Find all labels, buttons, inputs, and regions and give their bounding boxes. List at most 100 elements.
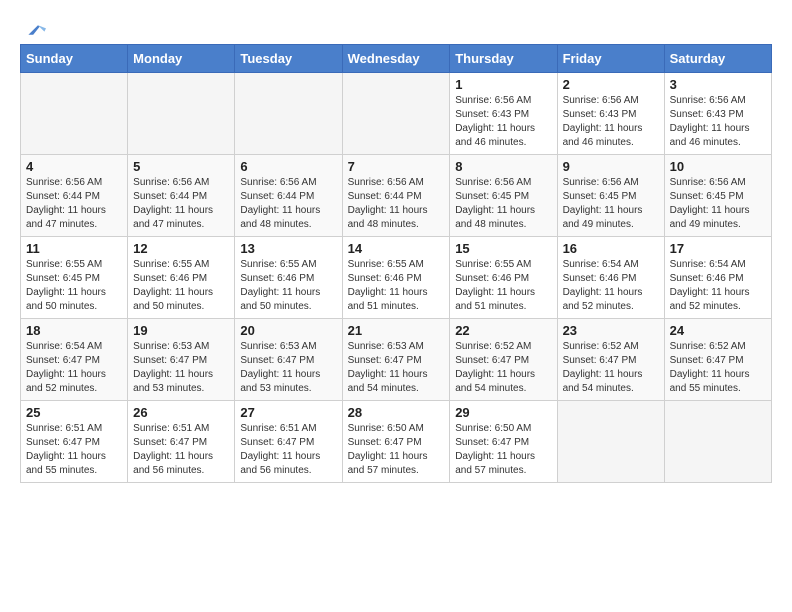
header-row: SundayMondayTuesdayWednesdayThursdayFrid… [21,45,772,73]
day-number: 12 [133,241,229,256]
day-detail: Sunrise: 6:51 AM Sunset: 6:47 PM Dayligh… [26,422,122,478]
calendar-cell: 9 Sunrise: 6:56 AM Sunset: 6:45 PM Daylig… [557,155,664,237]
week-row-3: 11 Sunrise: 6:55 AM Sunset: 6:45 PM Dayli… [21,237,772,319]
day-detail: Sunrise: 6:50 AM Sunset: 6:47 PM Dayligh… [348,422,445,478]
day-detail: Sunrise: 6:52 AM Sunset: 6:47 PM Dayligh… [455,340,551,396]
day-detail: Sunrise: 6:55 AM Sunset: 6:46 PM Dayligh… [455,258,551,314]
calendar-cell: 5 Sunrise: 6:56 AM Sunset: 6:44 PM Daylig… [128,155,235,237]
day-detail: Sunrise: 6:52 AM Sunset: 6:47 PM Dayligh… [670,340,766,396]
day-detail: Sunrise: 6:52 AM Sunset: 6:47 PM Dayligh… [563,340,659,396]
day-number: 15 [455,241,551,256]
calendar-cell: 1Sunrise: 6:56 AM Sunset: 6:43 PM Daylig… [450,73,557,155]
calendar-cell: 25 Sunrise: 6:51 AM Sunset: 6:47 PM Dayli… [21,401,128,483]
calendar-cell: 26Sunrise: 6:51 AM Sunset: 6:47 PM Dayli… [128,401,235,483]
day-number: 9 [563,159,659,174]
calendar-cell: 27 Sunrise: 6:51 AM Sunset: 6:47 PM Dayli… [235,401,342,483]
day-number: 22 [455,323,551,338]
calendar-cell: 14 Sunrise: 6:55 AM Sunset: 6:46 PM Dayli… [342,237,450,319]
week-row-5: 25 Sunrise: 6:51 AM Sunset: 6:47 PM Dayli… [21,401,772,483]
calendar-cell: 12 Sunrise: 6:55 AM Sunset: 6:46 PM Dayli… [128,237,235,319]
day-detail: Sunrise: 6:56 AM Sunset: 6:44 PM Dayligh… [348,176,445,232]
calendar-cell: 16 Sunrise: 6:54 AM Sunset: 6:46 PM Dayli… [557,237,664,319]
day-number: 1 [455,77,551,92]
day-detail: Sunrise: 6:50 AM Sunset: 6:47 PM Dayligh… [455,422,551,478]
calendar-cell: 10 Sunrise: 6:56 AM Sunset: 6:45 PM Dayli… [664,155,771,237]
header-monday: Monday [128,45,235,73]
day-number: 11 [26,241,122,256]
day-number: 7 [348,159,445,174]
calendar-cell [128,73,235,155]
day-number: 23 [563,323,659,338]
calendar-cell: 13 Sunrise: 6:55 AM Sunset: 6:46 PM Dayli… [235,237,342,319]
day-number: 16 [563,241,659,256]
day-detail: Sunrise: 6:54 AM Sunset: 6:46 PM Dayligh… [563,258,659,314]
day-number: 21 [348,323,445,338]
day-number: 5 [133,159,229,174]
day-detail: Sunrise: 6:54 AM Sunset: 6:46 PM Dayligh… [670,258,766,314]
calendar-cell: 29 Sunrise: 6:50 AM Sunset: 6:47 PM Dayli… [450,401,557,483]
day-number: 8 [455,159,551,174]
header-tuesday: Tuesday [235,45,342,73]
logo [20,20,46,34]
day-detail: Sunrise: 6:51 AM Sunset: 6:47 PM Dayligh… [133,422,229,478]
calendar-cell: 8 Sunrise: 6:56 AM Sunset: 6:45 PM Daylig… [450,155,557,237]
calendar-cell [342,73,450,155]
calendar-cell: 18 Sunrise: 6:54 AM Sunset: 6:47 PM Dayli… [21,319,128,401]
day-detail: Sunrise: 6:56 AM Sunset: 6:44 PM Dayligh… [240,176,336,232]
calendar-cell: 22 Sunrise: 6:52 AM Sunset: 6:47 PM Dayli… [450,319,557,401]
header-friday: Friday [557,45,664,73]
day-number: 25 [26,405,122,420]
day-detail: Sunrise: 6:56 AM Sunset: 6:45 PM Dayligh… [563,176,659,232]
day-detail: Sunrise: 6:56 AM Sunset: 6:44 PM Dayligh… [133,176,229,232]
calendar-cell: 6 Sunrise: 6:56 AM Sunset: 6:44 PM Daylig… [235,155,342,237]
week-row-4: 18 Sunrise: 6:54 AM Sunset: 6:47 PM Dayli… [21,319,772,401]
calendar-cell: 23 Sunrise: 6:52 AM Sunset: 6:47 PM Dayli… [557,319,664,401]
calendar-cell [235,73,342,155]
day-number: 2 [563,77,659,92]
day-number: 29 [455,405,551,420]
day-number: 27 [240,405,336,420]
day-number: 14 [348,241,445,256]
day-detail: Sunrise: 6:56 AM Sunset: 6:45 PM Dayligh… [455,176,551,232]
calendar-cell [664,401,771,483]
day-detail: Sunrise: 6:55 AM Sunset: 6:46 PM Dayligh… [133,258,229,314]
day-detail: Sunrise: 6:55 AM Sunset: 6:45 PM Dayligh… [26,258,122,314]
calendar-cell: 28 Sunrise: 6:50 AM Sunset: 6:47 PM Dayli… [342,401,450,483]
page-header [20,20,772,34]
calendar-cell: 7 Sunrise: 6:56 AM Sunset: 6:44 PM Daylig… [342,155,450,237]
day-detail: Sunrise: 6:55 AM Sunset: 6:46 PM Dayligh… [348,258,445,314]
calendar-cell: 19Sunrise: 6:53 AM Sunset: 6:47 PM Dayli… [128,319,235,401]
day-detail: Sunrise: 6:56 AM Sunset: 6:43 PM Dayligh… [670,94,766,150]
logo-icon [22,20,46,40]
day-detail: Sunrise: 6:53 AM Sunset: 6:47 PM Dayligh… [133,340,229,396]
day-number: 10 [670,159,766,174]
day-number: 28 [348,405,445,420]
day-number: 13 [240,241,336,256]
calendar-cell: 3Sunrise: 6:56 AM Sunset: 6:43 PM Daylig… [664,73,771,155]
day-detail: Sunrise: 6:51 AM Sunset: 6:47 PM Dayligh… [240,422,336,478]
calendar-cell: 15 Sunrise: 6:55 AM Sunset: 6:46 PM Dayli… [450,237,557,319]
day-detail: Sunrise: 6:54 AM Sunset: 6:47 PM Dayligh… [26,340,122,396]
calendar-cell [21,73,128,155]
calendar-cell: 17 Sunrise: 6:54 AM Sunset: 6:46 PM Dayli… [664,237,771,319]
calendar-table: SundayMondayTuesdayWednesdayThursdayFrid… [20,44,772,483]
day-number: 6 [240,159,336,174]
calendar-cell [557,401,664,483]
day-number: 17 [670,241,766,256]
day-detail: Sunrise: 6:55 AM Sunset: 6:46 PM Dayligh… [240,258,336,314]
day-detail: Sunrise: 6:56 AM Sunset: 6:45 PM Dayligh… [670,176,766,232]
calendar-cell: 11 Sunrise: 6:55 AM Sunset: 6:45 PM Dayli… [21,237,128,319]
header-thursday: Thursday [450,45,557,73]
day-detail: Sunrise: 6:53 AM Sunset: 6:47 PM Dayligh… [240,340,336,396]
header-sunday: Sunday [21,45,128,73]
day-number: 20 [240,323,336,338]
header-saturday: Saturday [664,45,771,73]
day-detail: Sunrise: 6:56 AM Sunset: 6:43 PM Dayligh… [563,94,659,150]
day-number: 24 [670,323,766,338]
calendar-cell: 2 Sunrise: 6:56 AM Sunset: 6:43 PM Daylig… [557,73,664,155]
calendar-cell: 24 Sunrise: 6:52 AM Sunset: 6:47 PM Dayli… [664,319,771,401]
day-number: 18 [26,323,122,338]
calendar-cell: 4 Sunrise: 6:56 AM Sunset: 6:44 PM Daylig… [21,155,128,237]
day-number: 4 [26,159,122,174]
day-detail: Sunrise: 6:56 AM Sunset: 6:44 PM Dayligh… [26,176,122,232]
